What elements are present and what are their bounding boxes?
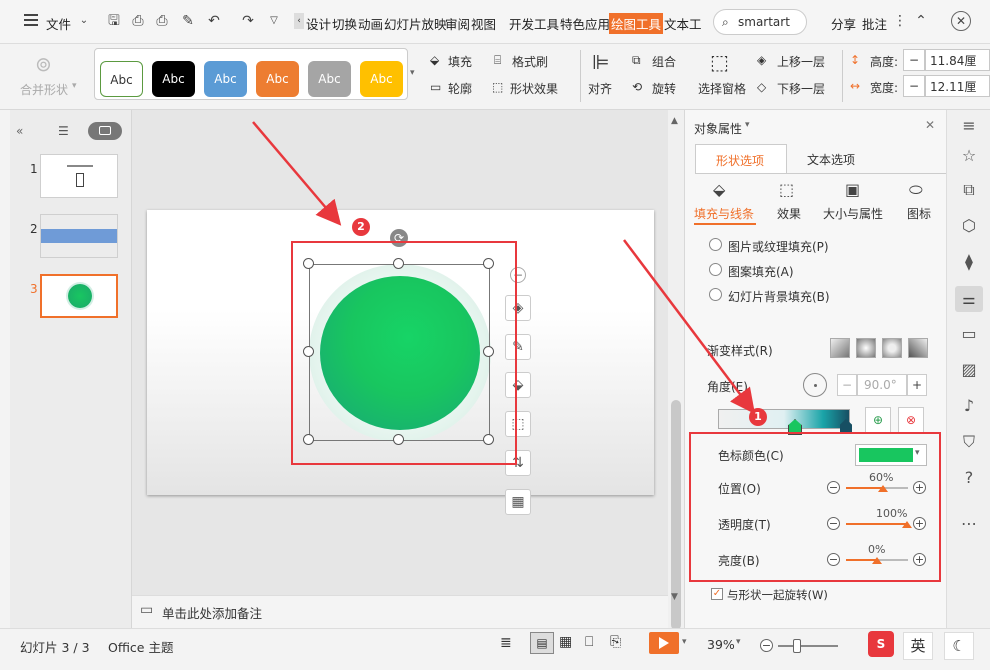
arrow-to-shape bbox=[252, 121, 342, 226]
annotation-arrows bbox=[252, 121, 756, 414]
arrow-to-color-stop bbox=[623, 239, 756, 414]
